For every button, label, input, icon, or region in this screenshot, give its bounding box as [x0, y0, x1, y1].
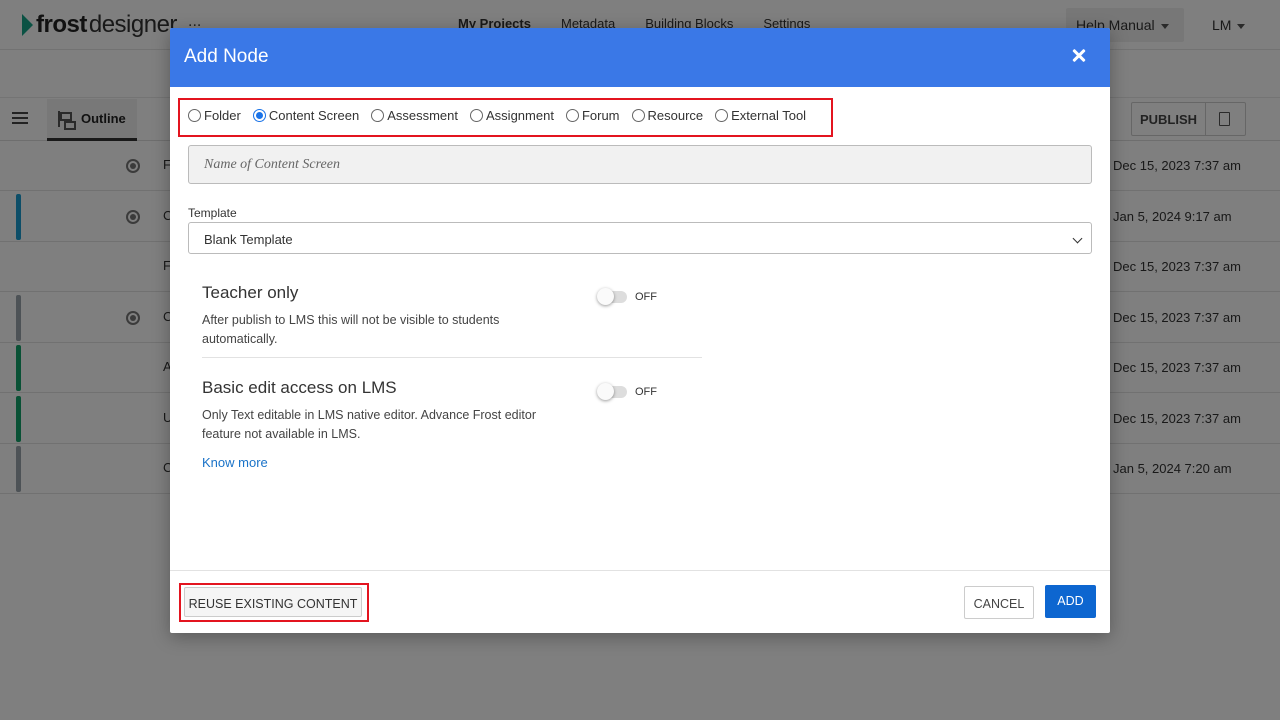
teacher-only-state: OFF	[635, 291, 657, 303]
basic-edit-description: Only Text editable in LMS native editor.…	[202, 408, 536, 441]
radio-circle-icon[interactable]	[371, 109, 385, 122]
radio-label: Resource	[647, 108, 704, 123]
radio-folder[interactable]: Folder	[188, 108, 241, 123]
radio-label: Content Screen	[268, 108, 360, 123]
radio-label: External Tool	[731, 108, 807, 123]
add-node-dialog: Add Node Folder Content Screen Assessment A…	[170, 28, 1110, 633]
radio-content-screen[interactable]: Content Screen	[252, 108, 360, 123]
content-screen-name-input[interactable]: Name of Content Screen	[188, 145, 1092, 184]
cancel-button[interactable]: CANCEL	[964, 586, 1034, 619]
toggle-knob	[597, 383, 614, 400]
radio-forum[interactable]: Forum	[565, 108, 620, 123]
radio-assignment[interactable]: Assignment	[470, 108, 554, 123]
template-select[interactable]: Blank Template	[188, 222, 1092, 254]
template-label: Template	[188, 206, 237, 220]
toggle-knob	[597, 288, 614, 305]
teacher-only-toggle[interactable]: OFF	[597, 288, 657, 305]
radio-assessment[interactable]: Assessment	[371, 108, 458, 123]
dialog-title: Add Node	[184, 46, 269, 67]
node-type-radio-group: Folder Content Screen Assessment Assignment…	[188, 108, 818, 123]
dialog-header: Add Node	[170, 28, 1110, 87]
radio-circle-icon[interactable]	[631, 109, 645, 122]
teacher-only-title: Teacher only	[202, 283, 299, 302]
radio-label: Assignment	[486, 108, 554, 123]
radio-resource[interactable]: Resource	[631, 108, 704, 123]
basic-edit-title: Basic edit access on LMS	[202, 378, 397, 397]
options-divider	[202, 357, 702, 358]
teacher-only-description: After publish to LMS this will not be vi…	[202, 313, 500, 346]
radio-external-tool[interactable]: External Tool	[715, 108, 806, 123]
basic-edit-toggle[interactable]: OFF	[597, 383, 657, 400]
radio-circle-icon[interactable]	[188, 109, 201, 122]
dialog-footer: REUSE EXISTING CONTENT CANCEL ADD	[170, 570, 1110, 633]
template-selected-value: Blank Template	[204, 232, 293, 247]
radio-label: Assessment	[387, 108, 459, 123]
know-more-link[interactable]: Know more	[202, 455, 268, 470]
radio-label: Folder	[204, 108, 241, 123]
close-icon[interactable]	[1070, 46, 1090, 66]
radio-circle-icon[interactable]	[252, 109, 266, 122]
radio-circle-icon[interactable]	[715, 109, 729, 122]
chevron-down-icon	[1072, 233, 1083, 244]
radio-label: Forum	[581, 108, 620, 123]
radio-circle-icon[interactable]	[470, 109, 484, 122]
reuse-existing-content-button[interactable]: REUSE EXISTING CONTENT	[184, 587, 362, 617]
add-button[interactable]: ADD	[1045, 585, 1096, 618]
basic-edit-state: OFF	[635, 386, 657, 398]
radio-circle-icon[interactable]	[565, 109, 579, 122]
